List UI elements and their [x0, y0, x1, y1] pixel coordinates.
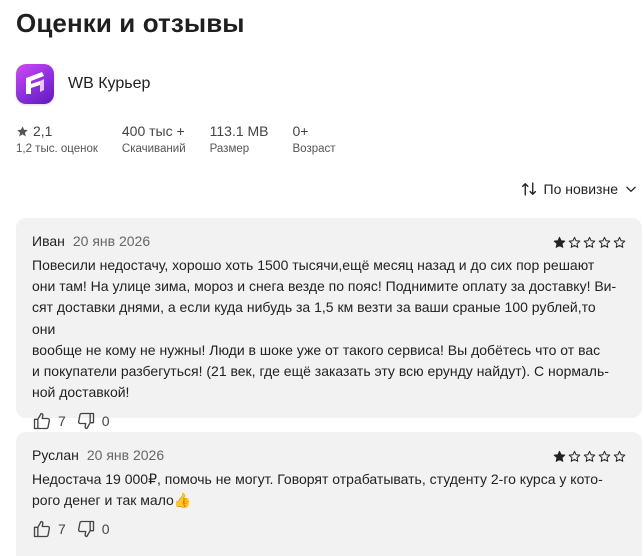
review-date: 20 янв 2026 — [86, 447, 165, 463]
chevron-down-icon — [626, 186, 636, 192]
app-name: WB Курьер — [68, 75, 151, 92]
rating-count: 1,2 тыс. оценок — [16, 143, 98, 155]
stat-downloads: 400 тыс + Скачиваний — [122, 122, 186, 155]
like-button[interactable]: 7 — [32, 411, 66, 431]
star-filled-icon — [553, 236, 566, 248]
review-text-line: вообще не кому не нужны! Люди в шоке уже… — [32, 341, 601, 358]
page-title: Оценки и отзывы — [16, 8, 245, 38]
review-text-line: и покупатели разбегуться! (21 век, где е… — [32, 363, 609, 380]
review-author: Иван — [32, 233, 65, 249]
star-icon — [17, 125, 28, 136]
review-text-line: Повесили недостачу, хорошо хоть 1500 тыс… — [32, 257, 595, 273]
like-count: 7 — [58, 413, 66, 430]
star-empty-icon — [568, 236, 581, 248]
review-text-line: Недостача 19 000₽, помочь не могут. Гово… — [32, 471, 603, 487]
stat-age: 0+ Возраст — [293, 122, 336, 155]
star-empty-icon — [583, 236, 596, 248]
like-button[interactable]: 7 — [32, 519, 66, 539]
review-text-line: ной доставкой! — [32, 384, 130, 401]
thumbs-down-icon — [77, 413, 94, 430]
sort-button[interactable]: По новизне — [520, 180, 638, 198]
downloads-value: 400 тыс + — [121, 123, 185, 139]
review-card[interactable]: Иван 20 янв 2026 Повесили недостачу, хоро… — [16, 218, 642, 430]
size-label: Размер — [209, 143, 250, 155]
app-header[interactable]: WB Курьер — [16, 64, 150, 104]
star-empty-icon — [613, 450, 626, 462]
star-empty-icon — [598, 236, 611, 248]
review-rating — [553, 450, 626, 463]
stat-size: 113.1 MB Размер — [210, 122, 269, 155]
star-empty-icon — [583, 450, 596, 462]
sort-label: По новизне — [543, 181, 618, 197]
star-empty-icon — [568, 450, 581, 462]
review-text-line: сят доставки днями, а если куда нибудь з… — [32, 299, 596, 337]
review-date: 20 янв 2026 — [72, 233, 151, 249]
dislike-button[interactable]: 0 — [76, 519, 110, 539]
size-value: 113.1 MB — [209, 123, 269, 139]
app-stats: 2,1 1,2 тыс. оценок 400 тыс + Скачиваний… — [16, 122, 360, 155]
sort-icon — [521, 182, 536, 196]
review-text-line: они там! На улице зима, мороз и снега ве… — [32, 278, 617, 295]
review-card[interactable]: Руслан 20 янв 2026 Недостача 19 000₽, пом… — [16, 432, 642, 556]
dislike-count: 0 — [101, 413, 110, 430]
age-value: 0+ — [292, 123, 309, 139]
like-count: 7 — [58, 521, 66, 538]
thumbs-up-icon — [33, 521, 51, 538]
downloads-label: Скачиваний — [121, 143, 186, 155]
rating-value: 2,1 — [33, 123, 53, 139]
review-text: Недостача 19 000₽, помочь не могут. Гово… — [32, 469, 626, 511]
review-text-line: рого денег и так мало👍 — [32, 492, 192, 509]
stat-rating: 2,1 1,2 тыс. оценок — [16, 122, 98, 155]
dislike-count: 0 — [101, 521, 110, 538]
age-label: Возраст — [292, 143, 336, 155]
star-filled-icon — [553, 450, 566, 462]
wb-courier-app-icon — [16, 64, 54, 104]
review-text: Повесили недостачу, хорошо хоть 1500 тыс… — [32, 255, 626, 403]
thumbs-up-icon — [33, 413, 51, 430]
dislike-button[interactable]: 0 — [76, 411, 110, 431]
review-rating — [553, 236, 626, 249]
thumbs-down-icon — [77, 521, 94, 538]
review-author: Руслан — [32, 447, 79, 463]
star-empty-icon — [613, 236, 626, 248]
star-empty-icon — [598, 450, 611, 462]
